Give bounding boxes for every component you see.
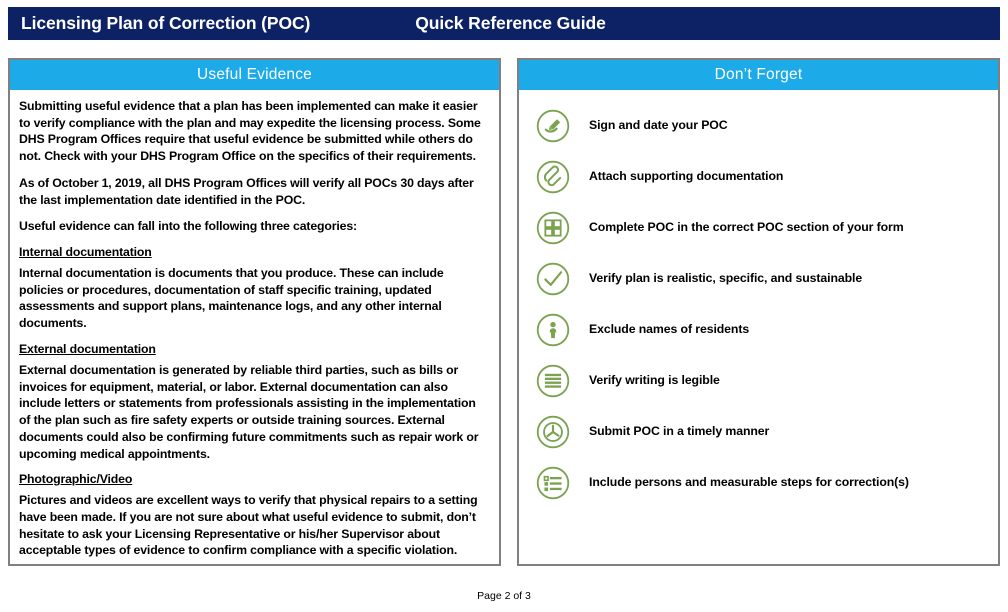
list-item: Exclude names of residents: [535, 304, 992, 355]
check-circle-icon: [536, 262, 570, 295]
list-item: Verify plan is realistic, specific, and …: [535, 253, 992, 304]
paragraph-external-documentation: External documentation is generated by r…: [19, 362, 479, 461]
clock-icon: [536, 415, 570, 448]
list-item-label: Sign and date your POC: [589, 118, 728, 133]
page-footer: Page 2 of 3: [477, 590, 531, 602]
useful-evidence-prose: Submitting useful evidence that a plan h…: [10, 90, 499, 559]
person-icon: [536, 313, 570, 346]
panel-useful-evidence: Useful Evidence Submitting useful eviden…: [8, 58, 501, 566]
panel-body-useful-evidence: Submitting useful evidence that a plan h…: [10, 90, 499, 564]
subheading-external-documentation: External documentation: [19, 341, 156, 356]
dont-forget-checklist: Sign and date your POC Attach supporting…: [519, 90, 998, 508]
paragraph-internal-documentation: Internal documentation is documents that…: [19, 266, 444, 331]
list-item-label: Verify writing is legible: [589, 373, 720, 388]
list-item-label: Exclude names of residents: [589, 322, 750, 337]
content-columns: Useful Evidence Submitting useful eviden…: [8, 58, 1000, 566]
list-item: Include persons and measurable steps for…: [535, 457, 992, 508]
paragraph-verification-timeline: As of October 1, 2019, all DHS Program O…: [19, 175, 474, 207]
list-item-label: Attach supporting documentation: [589, 169, 784, 184]
list-item-label: Complete POC in the correct POC section …: [589, 220, 904, 235]
checklist-icon: [536, 466, 570, 499]
paragraph-categories-lead: Useful evidence can fall into the follow…: [19, 219, 357, 234]
list-item: Sign and date your POC: [535, 100, 992, 151]
lines-document-icon: [536, 364, 570, 397]
list-item: Complete POC in the correct POC section …: [535, 202, 992, 253]
paragraph-photographic-video: Pictures and videos are excellent ways t…: [19, 493, 478, 558]
paperclip-icon: [536, 160, 570, 193]
panel-heading-label: Don’t Forget: [714, 66, 803, 83]
page-header-banner: Licensing Plan of Correction (POC) Quick…: [8, 7, 1000, 40]
panel-header-useful-evidence: Useful Evidence: [10, 60, 499, 90]
page-title: Licensing Plan of Correction (POC): [21, 13, 311, 33]
list-item: Submit POC in a timely manner: [535, 406, 992, 457]
panel-heading-label: Useful Evidence: [196, 66, 312, 83]
list-item: Verify writing is legible: [535, 355, 992, 406]
subheading-internal-documentation: Internal documentation: [19, 245, 152, 260]
subheading-photographic-video: Photographic/Video: [19, 472, 133, 487]
panel-dont-forget: Don’t Forget Sign and date your POC Atta…: [517, 58, 1000, 566]
pen-signature-icon: [536, 109, 570, 142]
list-item-label: Verify plan is realistic, specific, and …: [589, 271, 863, 286]
page-subtitle: Quick Reference Guide: [415, 13, 606, 33]
list-item: Attach supporting documentation: [535, 151, 992, 202]
panel-header-dont-forget: Don’t Forget: [519, 60, 998, 90]
list-item-label: Submit POC in a timely manner: [589, 424, 770, 439]
grid-squares-icon: [536, 211, 570, 244]
panel-body-dont-forget: Sign and date your POC Attach supporting…: [519, 90, 998, 564]
list-item-label: Include persons and measurable steps for…: [589, 475, 909, 490]
paragraph-intro: Submitting useful evidence that a plan h…: [19, 99, 481, 164]
